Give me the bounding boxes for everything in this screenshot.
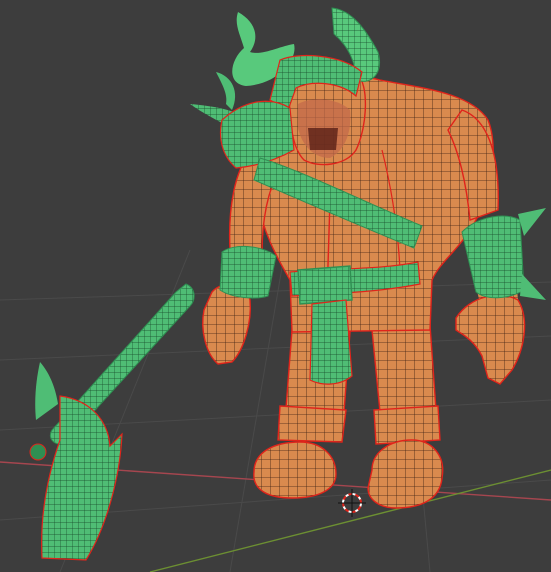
right-leg [367,324,444,509]
3d-cursor-icon[interactable] [338,489,366,517]
3d-viewport[interactable] [0,0,551,572]
axe-weapon [29,283,195,561]
ogre-character-mesh[interactable] [29,7,546,561]
y-axis-line [149,469,551,572]
viewport-scene[interactable] [0,0,551,572]
